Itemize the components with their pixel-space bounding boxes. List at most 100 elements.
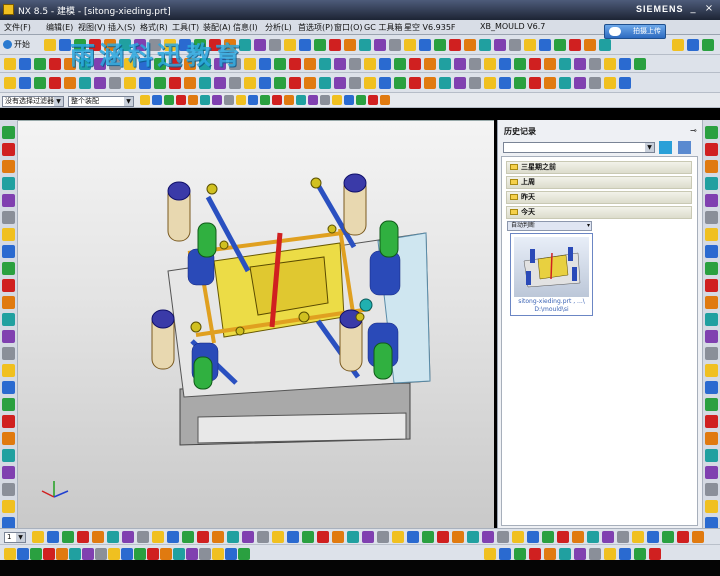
revolve-icon[interactable]	[274, 58, 286, 70]
reuse-library-icon[interactable]	[2, 330, 15, 343]
pattern-icon[interactable]	[314, 39, 326, 51]
redo-icon[interactable]	[524, 39, 536, 51]
new-file-icon[interactable]	[464, 39, 476, 51]
rotate-icon[interactable]	[419, 39, 431, 51]
view-mode-icon[interactable]	[678, 141, 691, 154]
rectangle-icon[interactable]	[212, 548, 224, 560]
render-icon[interactable]	[514, 58, 526, 70]
system-scenes-icon[interactable]	[705, 466, 718, 479]
menu-xingkong[interactable]: 星空 V6.935F	[404, 22, 456, 33]
save-icon[interactable]	[454, 77, 466, 89]
revolve-icon[interactable]	[167, 531, 179, 543]
wireframe-icon[interactable]	[389, 39, 401, 51]
mirror-icon[interactable]	[574, 58, 586, 70]
roles-palette-icon[interactable]	[705, 449, 718, 462]
process-studio-icon[interactable]	[2, 415, 15, 428]
new-file-icon[interactable]	[672, 39, 684, 51]
roles-palette-icon[interactable]	[705, 177, 718, 190]
assembly-scope-dropdown[interactable]: 整个装配 ▼	[68, 96, 134, 107]
point-icon[interactable]	[152, 95, 162, 105]
measure-icon[interactable]	[317, 531, 329, 543]
process-studio-icon[interactable]	[2, 245, 15, 258]
midpoint-icon[interactable]	[176, 95, 186, 105]
hole-icon[interactable]	[154, 77, 166, 89]
pocket-icon[interactable]	[184, 77, 196, 89]
snap-icon[interactable]	[260, 95, 270, 105]
mesh-icon[interactable]	[499, 548, 511, 560]
history-palette-icon[interactable]	[705, 415, 718, 428]
redo-icon[interactable]	[484, 77, 496, 89]
shade-icon[interactable]	[374, 39, 386, 51]
fit-icon[interactable]	[449, 39, 461, 51]
point-icon[interactable]	[272, 95, 282, 105]
pad-icon[interactable]	[199, 77, 211, 89]
close-button[interactable]: ×	[702, 2, 716, 16]
layer-icon[interactable]	[529, 58, 541, 70]
line-icon[interactable]	[4, 548, 16, 560]
render-icon[interactable]	[347, 531, 359, 543]
boss-icon[interactable]	[169, 77, 181, 89]
chamfer-icon[interactable]	[604, 58, 616, 70]
cloud-upload-button[interactable]: 拍摄上传	[604, 24, 666, 39]
paste-icon[interactable]	[137, 531, 149, 543]
extrude-icon[interactable]	[572, 531, 584, 543]
new-file-icon[interactable]	[409, 58, 421, 70]
quadrant-icon[interactable]	[224, 95, 234, 105]
mold-wizard-icon[interactable]	[705, 262, 718, 275]
dimension-icon[interactable]	[147, 548, 159, 560]
save-icon[interactable]	[702, 39, 714, 51]
open-file-icon[interactable]	[47, 531, 59, 543]
history-group-yesterday[interactable]: 昨天	[506, 191, 692, 204]
save-icon[interactable]	[62, 531, 74, 543]
roles-icon[interactable]	[2, 449, 15, 462]
shell-icon[interactable]	[244, 77, 256, 89]
pad-icon[interactable]	[647, 531, 659, 543]
menu-format[interactable]: 格式(R)	[140, 22, 168, 33]
new-file-icon[interactable]	[44, 39, 56, 51]
offset-icon[interactable]	[134, 548, 146, 560]
part-navigator-icon[interactable]	[2, 143, 15, 156]
reuse-library-icon[interactable]	[2, 160, 15, 173]
shade-icon[interactable]	[362, 531, 374, 543]
revolve-icon[interactable]	[559, 77, 571, 89]
chamfer-icon[interactable]	[677, 531, 689, 543]
save-icon[interactable]	[379, 58, 391, 70]
part-thumbnail[interactable]: sitong-xieding.prt , ...\ D:\mould\si	[510, 233, 593, 316]
shell-icon[interactable]	[692, 531, 704, 543]
pattern-icon[interactable]	[274, 77, 286, 89]
layer-icon[interactable]	[344, 39, 356, 51]
mirror-icon[interactable]	[287, 531, 299, 543]
shell-icon[interactable]	[272, 531, 284, 543]
revolve-icon[interactable]	[599, 39, 611, 51]
manufacturing-wizard-icon[interactable]	[2, 432, 15, 445]
menu-insert[interactable]: 插入(S)	[108, 22, 135, 33]
save-icon[interactable]	[482, 531, 494, 543]
undo-icon[interactable]	[49, 77, 61, 89]
cut-icon[interactable]	[527, 531, 539, 543]
spline-icon[interactable]	[238, 548, 250, 560]
roles-icon[interactable]	[2, 279, 15, 292]
zoom-icon[interactable]	[49, 58, 61, 70]
redo-icon[interactable]	[64, 77, 76, 89]
shell-icon[interactable]	[284, 39, 296, 51]
section-icon[interactable]	[544, 548, 556, 560]
spline-icon[interactable]	[69, 548, 81, 560]
menu-file[interactable]: 文件(F)	[4, 22, 31, 33]
new-file-icon[interactable]	[424, 77, 436, 89]
fit-icon[interactable]	[4, 58, 16, 70]
constraint-icon[interactable]	[160, 548, 172, 560]
pan-icon[interactable]	[19, 58, 31, 70]
zoom-icon[interactable]	[364, 77, 376, 89]
hd3d-icon[interactable]	[2, 177, 15, 190]
chamfer-icon[interactable]	[257, 531, 269, 543]
undo-icon[interactable]	[77, 531, 89, 543]
menu-analysis[interactable]: 分析(L)	[265, 22, 292, 33]
web-browser-icon[interactable]	[2, 364, 15, 377]
web-browser-icon[interactable]	[705, 364, 718, 377]
layer-icon[interactable]	[332, 531, 344, 543]
history-icon[interactable]	[2, 381, 15, 394]
zoom-icon[interactable]	[469, 58, 481, 70]
assembly-navigator-icon[interactable]	[2, 296, 15, 309]
filter-icon[interactable]	[368, 95, 378, 105]
circle-icon[interactable]	[199, 548, 211, 560]
